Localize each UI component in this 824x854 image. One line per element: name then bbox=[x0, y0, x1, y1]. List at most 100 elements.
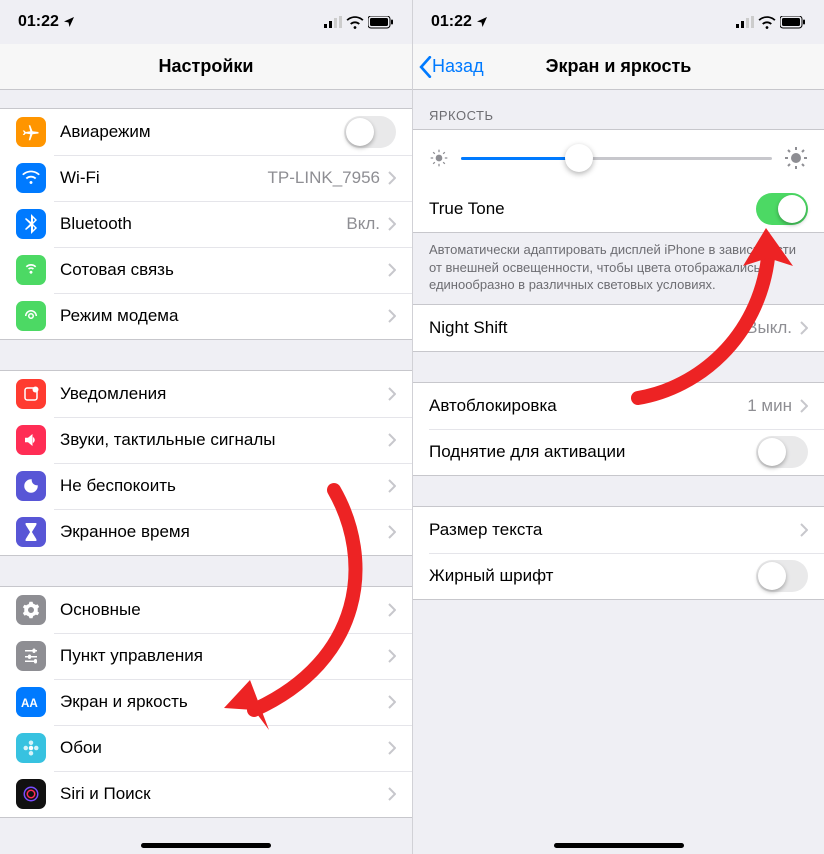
row-label: Жирный шрифт bbox=[429, 566, 756, 586]
clock-text: 01:22 bbox=[431, 13, 472, 31]
brightness-slider-row[interactable] bbox=[413, 130, 824, 186]
footer-truetone: Автоматически адаптировать дисплей iPhon… bbox=[413, 233, 824, 304]
row-hotspot[interactable]: Режим модема bbox=[0, 293, 412, 339]
row-boldtext[interactable]: Жирный шрифт bbox=[413, 553, 824, 599]
status-bar: 01:22 bbox=[0, 0, 412, 44]
row-bluetooth[interactable]: Bluetooth Вкл. bbox=[0, 201, 412, 247]
row-label: Экран и яркость bbox=[60, 692, 388, 712]
signal-icon bbox=[736, 16, 754, 28]
group-text: Размер текста Жирный шрифт bbox=[413, 506, 824, 600]
chevron-right-icon bbox=[800, 321, 808, 335]
location-icon bbox=[476, 16, 488, 28]
row-label: Обои bbox=[60, 738, 388, 758]
row-label: Night Shift bbox=[429, 318, 746, 338]
row-label: Режим модема bbox=[60, 306, 388, 326]
siri-icon bbox=[16, 779, 46, 809]
bluetooth-icon bbox=[16, 209, 46, 239]
status-bar: 01:22 bbox=[413, 0, 824, 44]
chevron-right-icon bbox=[388, 787, 396, 801]
row-airplane[interactable]: Авиарежим bbox=[0, 109, 412, 155]
wifi-icon bbox=[16, 163, 46, 193]
hotspot-icon bbox=[16, 301, 46, 331]
cellular-icon bbox=[16, 255, 46, 285]
wifi-icon bbox=[758, 16, 776, 29]
row-cellular[interactable]: Сотовая связь bbox=[0, 247, 412, 293]
row-siri[interactable]: Siri и Поиск bbox=[0, 771, 412, 817]
row-label: Размер текста bbox=[429, 520, 800, 540]
home-indicator[interactable] bbox=[141, 843, 271, 848]
chevron-right-icon bbox=[388, 741, 396, 755]
raise-switch[interactable] bbox=[756, 436, 808, 468]
row-wallpaper[interactable]: Обои bbox=[0, 725, 412, 771]
back-button[interactable]: Назад bbox=[419, 56, 484, 78]
chevron-right-icon bbox=[388, 171, 396, 185]
chevron-right-icon bbox=[388, 263, 396, 277]
signal-icon bbox=[324, 16, 342, 28]
row-label: Основные bbox=[60, 600, 388, 620]
row-label: Уведомления bbox=[60, 384, 388, 404]
row-control-center[interactable]: Пункт управления bbox=[0, 633, 412, 679]
sliders-icon bbox=[16, 641, 46, 671]
row-label: Звуки, тактильные сигналы bbox=[60, 430, 388, 450]
chevron-right-icon bbox=[388, 695, 396, 709]
svg-text:AA: AA bbox=[21, 697, 38, 709]
row-nightshift[interactable]: Night Shift Выкл. bbox=[413, 305, 824, 351]
row-value: TP-LINK_7956 bbox=[268, 168, 380, 188]
row-label: Bluetooth bbox=[60, 214, 346, 234]
chevron-right-icon bbox=[388, 433, 396, 447]
sounds-icon bbox=[16, 425, 46, 455]
row-label: Поднятие для активации bbox=[429, 442, 756, 462]
row-value: Вкл. bbox=[346, 214, 380, 234]
row-label: Не беспокоить bbox=[60, 476, 388, 496]
truetone-switch[interactable] bbox=[756, 193, 808, 225]
location-icon bbox=[63, 16, 75, 28]
row-value: Выкл. bbox=[746, 318, 792, 338]
flower-icon bbox=[16, 733, 46, 763]
airplane-switch[interactable] bbox=[344, 116, 396, 148]
chevron-right-icon bbox=[388, 387, 396, 401]
settings-list[interactable]: Авиарежим Wi-Fi TP-LINK_7956 Bluetooth В… bbox=[0, 90, 412, 854]
brightness-slider[interactable] bbox=[461, 157, 772, 160]
group-notifications: Уведомления Звуки, тактильные сигналы Не… bbox=[0, 370, 412, 556]
row-screentime[interactable]: Экранное время bbox=[0, 509, 412, 555]
group-brightness: True Tone bbox=[413, 129, 824, 233]
group-nightshift: Night Shift Выкл. bbox=[413, 304, 824, 352]
row-general[interactable]: Основные bbox=[0, 587, 412, 633]
row-label: Сотовая связь bbox=[60, 260, 388, 280]
battery-icon bbox=[780, 16, 806, 29]
chevron-right-icon bbox=[388, 649, 396, 663]
home-indicator[interactable] bbox=[554, 843, 684, 848]
row-wifi[interactable]: Wi-Fi TP-LINK_7956 bbox=[0, 155, 412, 201]
row-label: True Tone bbox=[429, 199, 756, 219]
text-size-icon: AA bbox=[16, 687, 46, 717]
display-settings-list[interactable]: ЯРКОСТЬ True Tone Автоматически адаптиро… bbox=[413, 90, 824, 854]
gear-icon bbox=[16, 595, 46, 625]
row-dnd[interactable]: Не беспокоить bbox=[0, 463, 412, 509]
display-brightness-pane: 01:22 Назад Экран и яркость ЯРКОСТЬ bbox=[412, 0, 824, 854]
row-label: Экранное время bbox=[60, 522, 388, 542]
row-value: 1 мин bbox=[747, 396, 792, 416]
wifi-icon bbox=[346, 16, 364, 29]
row-autolock[interactable]: Автоблокировка 1 мин bbox=[413, 383, 824, 429]
bold-switch[interactable] bbox=[756, 560, 808, 592]
row-label: Автоблокировка bbox=[429, 396, 747, 416]
chevron-right-icon bbox=[388, 217, 396, 231]
chevron-right-icon bbox=[800, 523, 808, 537]
sun-small-icon bbox=[429, 148, 449, 168]
page-title: Экран и яркость bbox=[546, 56, 692, 77]
row-raise-to-wake[interactable]: Поднятие для активации bbox=[413, 429, 824, 475]
airplane-icon bbox=[16, 117, 46, 147]
row-display[interactable]: AA Экран и яркость bbox=[0, 679, 412, 725]
row-textsize[interactable]: Размер текста bbox=[413, 507, 824, 553]
battery-icon bbox=[368, 16, 394, 29]
clock-text: 01:22 bbox=[18, 13, 59, 31]
chevron-left-icon bbox=[419, 56, 432, 78]
row-truetone[interactable]: True Tone bbox=[413, 186, 824, 232]
chevron-right-icon bbox=[388, 603, 396, 617]
chevron-right-icon bbox=[388, 479, 396, 493]
group-autolock: Автоблокировка 1 мин Поднятие для актива… bbox=[413, 382, 824, 476]
row-notifications[interactable]: Уведомления bbox=[0, 371, 412, 417]
chevron-right-icon bbox=[388, 309, 396, 323]
row-sounds[interactable]: Звуки, тактильные сигналы bbox=[0, 417, 412, 463]
row-label: Авиарежим bbox=[60, 122, 344, 142]
